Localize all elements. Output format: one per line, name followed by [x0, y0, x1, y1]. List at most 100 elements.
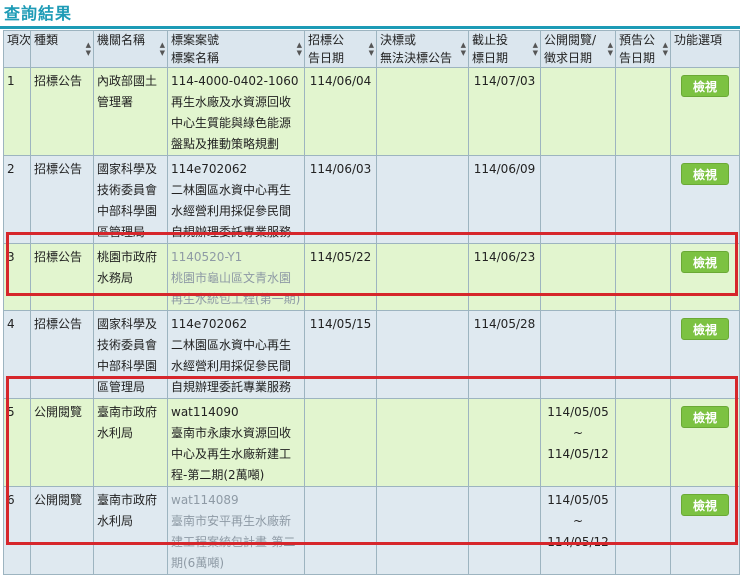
view-button[interactable]: 檢視 — [681, 406, 729, 428]
view-button[interactable]: 檢視 — [681, 494, 729, 516]
cell-deadline — [468, 398, 541, 487]
case-name[interactable]: 二林園區水資中心再生水經營利用採促參民間自規辦理委託專業服務 — [171, 335, 301, 398]
case-name[interactable]: 二林園區水資中心再生水經營利用採促參民間自規辦理委託專業服務 — [171, 180, 301, 243]
sort-arrows-icon[interactable]: ▲ ▼ — [369, 41, 374, 57]
cell-pub-date — [304, 486, 377, 575]
table-row: 6 公開閱覽 臺南市政府水利局 wat114089 臺南市安平再生水廠新建工程案統… — [3, 486, 740, 575]
header-type[interactable]: 種類 ▲ ▼ — [30, 30, 94, 68]
cell-review — [540, 67, 616, 156]
cell-case[interactable]: 1140520-Y1 桃園市龜山區文青水園再生水統包工程(第一期) — [167, 243, 305, 311]
cell-actions: 檢視 — [670, 398, 740, 487]
cell-no: 6 — [3, 486, 31, 575]
cell-actions: 檢視 — [670, 67, 740, 156]
cell-case[interactable]: 114-4000-0402-1060 再生水廠及水資源回收中心生質能與綠色能源盤點… — [167, 67, 305, 156]
table-row: 5 公開閱覽 臺南市政府水利局 wat114090 臺南市永康水資源回收中心及再生… — [3, 398, 740, 487]
case-no[interactable]: 114e702062 — [171, 314, 301, 335]
sort-arrows-icon[interactable]: ▲ ▼ — [297, 41, 302, 57]
cell-agency: 臺南市政府水利局 — [93, 398, 168, 487]
results-table: 項次 種類 ▲ ▼ 機關名稱 ▲ ▼ 標案案號 ▲ ▼ 標案名稱 招標公 ▲ ▼ 告日期 決標或 ▲ ▼… — [3, 30, 740, 575]
sort-arrows-icon[interactable]: ▲ ▼ — [86, 41, 91, 57]
header-deadline[interactable]: 截止投 ▲ ▼ 標日期 — [468, 30, 541, 68]
table-row: 4 招標公告 國家科學及技術委員會中部科學園區管理局 114e702062 二林園… — [3, 310, 740, 399]
cell-award — [376, 243, 469, 311]
cell-preview — [615, 398, 671, 487]
cell-no: 5 — [3, 398, 31, 487]
cell-type: 招標公告 — [30, 67, 94, 156]
cell-preview — [615, 155, 671, 244]
case-no[interactable]: wat114090 — [171, 402, 301, 423]
view-button[interactable]: 檢視 — [681, 75, 729, 97]
cell-pub-date: 114/06/03 — [304, 155, 377, 244]
sort-arrows-icon[interactable]: ▲ ▼ — [663, 41, 668, 57]
cell-actions: 檢視 — [670, 243, 740, 311]
cell-award — [376, 310, 469, 399]
cell-type: 公開閱覽 — [30, 398, 94, 487]
sort-arrows-icon[interactable]: ▲ ▼ — [461, 41, 466, 57]
cell-pub-date: 114/06/04 — [304, 67, 377, 156]
cell-deadline — [468, 486, 541, 575]
cell-no: 1 — [3, 67, 31, 156]
header-review[interactable]: 公開閱覽/▲ ▼ 徵求日期 — [540, 30, 616, 68]
header-agency[interactable]: 機關名稱 ▲ ▼ — [93, 30, 168, 68]
cell-agency: 國家科學及技術委員會中部科學園區管理局 — [93, 155, 168, 244]
cell-agency: 臺南市政府水利局 — [93, 486, 168, 575]
cell-no: 2 — [3, 155, 31, 244]
cell-preview — [615, 310, 671, 399]
cell-deadline: 114/07/03 — [468, 67, 541, 156]
cell-preview — [615, 486, 671, 575]
header-row: 項次 種類 ▲ ▼ 機關名稱 ▲ ▼ 標案案號 ▲ ▼ 標案名稱 招標公 ▲ ▼ 告日期 決標或 ▲ ▼… — [3, 30, 740, 68]
cell-no: 4 — [3, 310, 31, 399]
cell-agency: 內政部國土管理署 — [93, 67, 168, 156]
cell-award — [376, 155, 469, 244]
header-case[interactable]: 標案案號 ▲ ▼ 標案名稱 — [167, 30, 305, 68]
cell-case[interactable]: 114e702062 二林園區水資中心再生水經營利用採促參民間自規辦理委託專業服務 — [167, 155, 305, 244]
sort-arrows-icon[interactable]: ▲ ▼ — [160, 41, 165, 57]
cell-case[interactable]: 114e702062 二林園區水資中心再生水經營利用採促參民間自規辦理委託專業服務 — [167, 310, 305, 399]
view-button[interactable]: 檢視 — [681, 163, 729, 185]
header-no: 項次 — [3, 30, 31, 68]
cell-agency: 桃園市政府水務局 — [93, 243, 168, 311]
case-no[interactable]: 114-4000-0402-1060 — [171, 71, 301, 92]
cell-preview — [615, 67, 671, 156]
cell-deadline: 114/06/23 — [468, 243, 541, 311]
table-row: 3 招標公告 桃園市政府水務局 1140520-Y1 桃園市龜山區文青水園再生水統… — [3, 243, 740, 311]
case-no[interactable]: 114e702062 — [171, 159, 301, 180]
cell-review: 114/05/05 ~114/05/12 — [540, 398, 616, 487]
cell-actions: 檢視 — [670, 310, 740, 399]
cell-review — [540, 310, 616, 399]
header-award[interactable]: 決標或 ▲ ▼ 無法決標公告 — [376, 30, 469, 68]
cell-case[interactable]: wat114089 臺南市安平再生水廠新建工程案統包計畫-第二期(6萬噸) — [167, 486, 305, 575]
cell-pub-date: 114/05/15 — [304, 310, 377, 399]
header-preview[interactable]: 預告公 ▲ ▼ 告日期 — [615, 30, 671, 68]
header-actions: 功能選項 — [670, 30, 740, 68]
table-row: 2 招標公告 國家科學及技術委員會中部科學園區管理局 114e702062 二林園… — [3, 155, 740, 244]
case-name[interactable]: 桃園市龜山區文青水園再生水統包工程(第一期) — [171, 268, 301, 310]
case-name[interactable]: 再生水廠及水資源回收中心生質能與綠色能源盤點及推動策略規劃 — [171, 92, 301, 155]
view-button[interactable]: 檢視 — [681, 251, 729, 273]
sort-arrows-icon[interactable]: ▲ ▼ — [533, 41, 538, 57]
cell-actions: 檢視 — [670, 155, 740, 244]
title-divider — [0, 26, 740, 29]
view-button[interactable]: 檢視 — [681, 318, 729, 340]
cell-actions: 檢視 — [670, 486, 740, 575]
case-name[interactable]: 臺南市永康水資源回收中心及再生水廠新建工程-第二期(2萬噸) — [171, 423, 301, 486]
cell-review — [540, 155, 616, 244]
cell-deadline: 114/05/28 — [468, 310, 541, 399]
cell-pub-date — [304, 398, 377, 487]
cell-award — [376, 398, 469, 487]
cell-no: 3 — [3, 243, 31, 311]
case-name[interactable]: 臺南市安平再生水廠新建工程案統包計畫-第二期(6萬噸) — [171, 511, 301, 574]
table-row: 1 招標公告 內政部國土管理署 114-4000-0402-1060 再生水廠及水… — [3, 67, 740, 156]
cell-case[interactable]: wat114090 臺南市永康水資源回收中心及再生水廠新建工程-第二期(2萬噸) — [167, 398, 305, 487]
cell-review: 114/05/05 ~114/05/12 — [540, 486, 616, 575]
case-no[interactable]: wat114089 — [171, 490, 301, 511]
cell-award — [376, 67, 469, 156]
cell-type: 招標公告 — [30, 310, 94, 399]
cell-type: 公開閱覽 — [30, 486, 94, 575]
header-pub-date[interactable]: 招標公 ▲ ▼ 告日期 — [304, 30, 377, 68]
cell-agency: 國家科學及技術委員會中部科學園區管理局 — [93, 310, 168, 399]
cell-deadline: 114/06/09 — [468, 155, 541, 244]
cell-type: 招標公告 — [30, 243, 94, 311]
case-no[interactable]: 1140520-Y1 — [171, 247, 301, 268]
sort-arrows-icon[interactable]: ▲ ▼ — [608, 41, 613, 57]
